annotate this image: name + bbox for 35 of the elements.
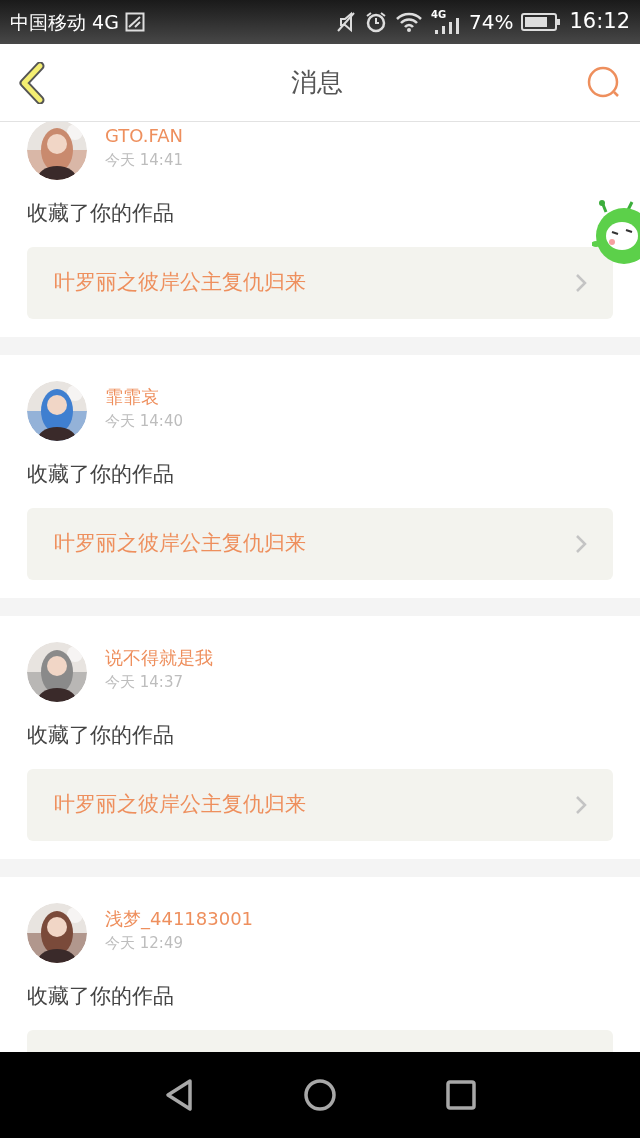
work-link[interactable]: 叶罗丽之彼岸公主复仇归来 (27, 247, 613, 319)
message-time: 今天 12:49 (105, 933, 184, 954)
user-name[interactable]: GTO.FAN (105, 124, 183, 148)
back-nav-icon[interactable] (164, 1078, 194, 1112)
message-text: 收藏了你的作品 (27, 200, 175, 227)
battery-icon (521, 12, 562, 32)
mascot-icon[interactable] (592, 200, 640, 266)
message-text: 收藏了你的作品 (27, 461, 175, 488)
user-name[interactable]: 浅梦_441183001 (105, 907, 254, 931)
page-title: 消息 (291, 66, 343, 99)
user-name[interactable]: 霏霏哀 (105, 385, 183, 409)
wifi-icon (395, 11, 423, 33)
carrier-label: 中国移动 4G (10, 9, 119, 35)
clock: 16:12 (569, 8, 630, 36)
search-icon (587, 65, 621, 100)
back-icon (18, 61, 46, 104)
mute-icon (335, 11, 357, 33)
signal-icon (435, 18, 461, 34)
message-time: 今天 14:40 (105, 411, 183, 432)
work-link[interactable]: 叶罗丽之彼岸公主复仇归来 (27, 769, 613, 841)
message-text: 收藏了你的作品 (27, 722, 175, 749)
message-text: 收藏了你的作品 (27, 983, 175, 1010)
message-time: 今天 14:41 (105, 150, 183, 171)
image-icon (124, 12, 145, 32)
network-label: 4G (431, 8, 447, 22)
message-time: 今天 14:37 (105, 672, 184, 693)
work-link[interactable]: 叶罗丽之彼岸公主复仇归来 (27, 508, 613, 580)
alarm-icon (365, 11, 387, 33)
chevron-right-icon (575, 273, 587, 293)
chevron-right-icon (575, 795, 587, 815)
chevron-right-icon (575, 534, 587, 554)
home-nav-icon[interactable] (304, 1079, 336, 1111)
user-name[interactable]: 说不得就是我 (105, 646, 213, 670)
recents-nav-icon[interactable] (446, 1080, 476, 1110)
battery-percent: 74% (469, 9, 514, 36)
